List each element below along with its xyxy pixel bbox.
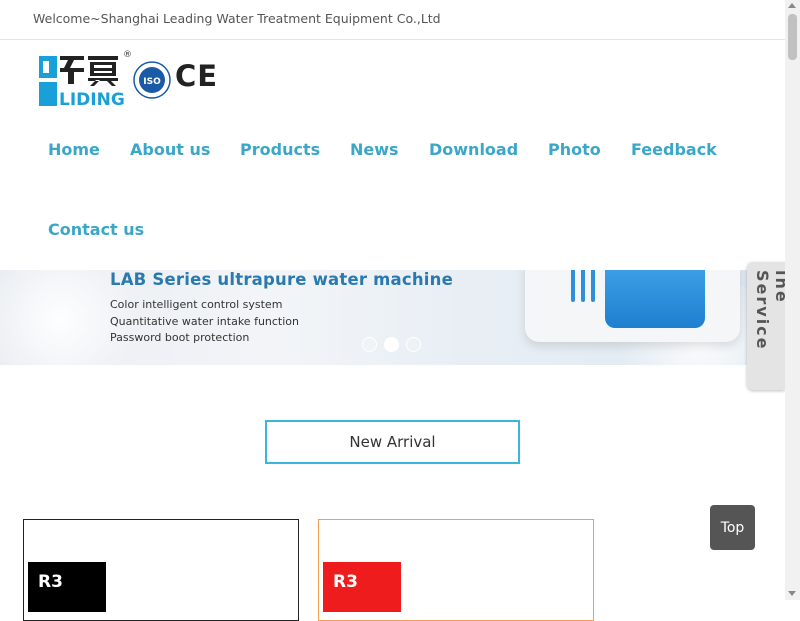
product-label: R3 <box>323 562 401 612</box>
nav-contact-us[interactable]: Contact us <box>48 220 144 239</box>
banner-feature: Quantitative water intake function <box>110 315 300 328</box>
water-machine-image <box>525 270 740 342</box>
logo-wordmark: LIDING <box>59 90 124 106</box>
product-label: R3 <box>28 562 106 612</box>
product-card[interactable]: R3 <box>23 519 299 621</box>
ce-mark-icon: CE <box>175 59 219 93</box>
scroll-down-icon[interactable] <box>788 591 796 596</box>
slider-dot-2[interactable] <box>384 337 399 352</box>
banner-feature: Password boot protection <box>110 331 250 344</box>
main-nav: Home About us Products News Download Pho… <box>0 120 785 270</box>
online-service-tab[interactable]: ine Service <box>747 262 785 390</box>
nav-photo[interactable]: Photo <box>548 140 601 159</box>
nav-home[interactable]: Home <box>48 140 100 159</box>
product-card[interactable]: R3 <box>318 519 594 621</box>
iso-certification-icon: ISO <box>133 61 171 99</box>
nav-about-us[interactable]: About us <box>130 140 210 159</box>
logo[interactable]: LIDING ® ISO CE <box>38 50 218 110</box>
scroll-up-icon[interactable] <box>788 3 796 8</box>
liding-logo-icon: LIDING <box>39 56 124 106</box>
registered-mark: ® <box>123 50 132 60</box>
slider-dot-3[interactable] <box>406 337 421 352</box>
nav-feedback[interactable]: Feedback <box>631 140 717 159</box>
nav-download[interactable]: Download <box>429 140 518 159</box>
slider-dot-1[interactable] <box>362 337 377 352</box>
banner-feature: Color intelligent control system <box>110 298 283 311</box>
online-service-label: ine Service <box>753 270 785 351</box>
iso-text: ISO <box>143 77 161 87</box>
new-arrival-heading[interactable]: New Arrival <box>265 420 520 464</box>
nav-news[interactable]: News <box>350 140 399 159</box>
page-scrollbar[interactable] <box>785 0 800 600</box>
top-bar: Welcome~Shanghai Leading Water Treatment… <box>0 0 785 40</box>
scrollbar-thumb[interactable] <box>788 14 797 60</box>
back-to-top-button[interactable]: Top <box>710 505 755 550</box>
banner-title: LAB Series ultrapure water machine <box>110 270 454 289</box>
nav-products[interactable]: Products <box>240 140 320 159</box>
welcome-text: Welcome~Shanghai Leading Water Treatment… <box>33 11 441 26</box>
